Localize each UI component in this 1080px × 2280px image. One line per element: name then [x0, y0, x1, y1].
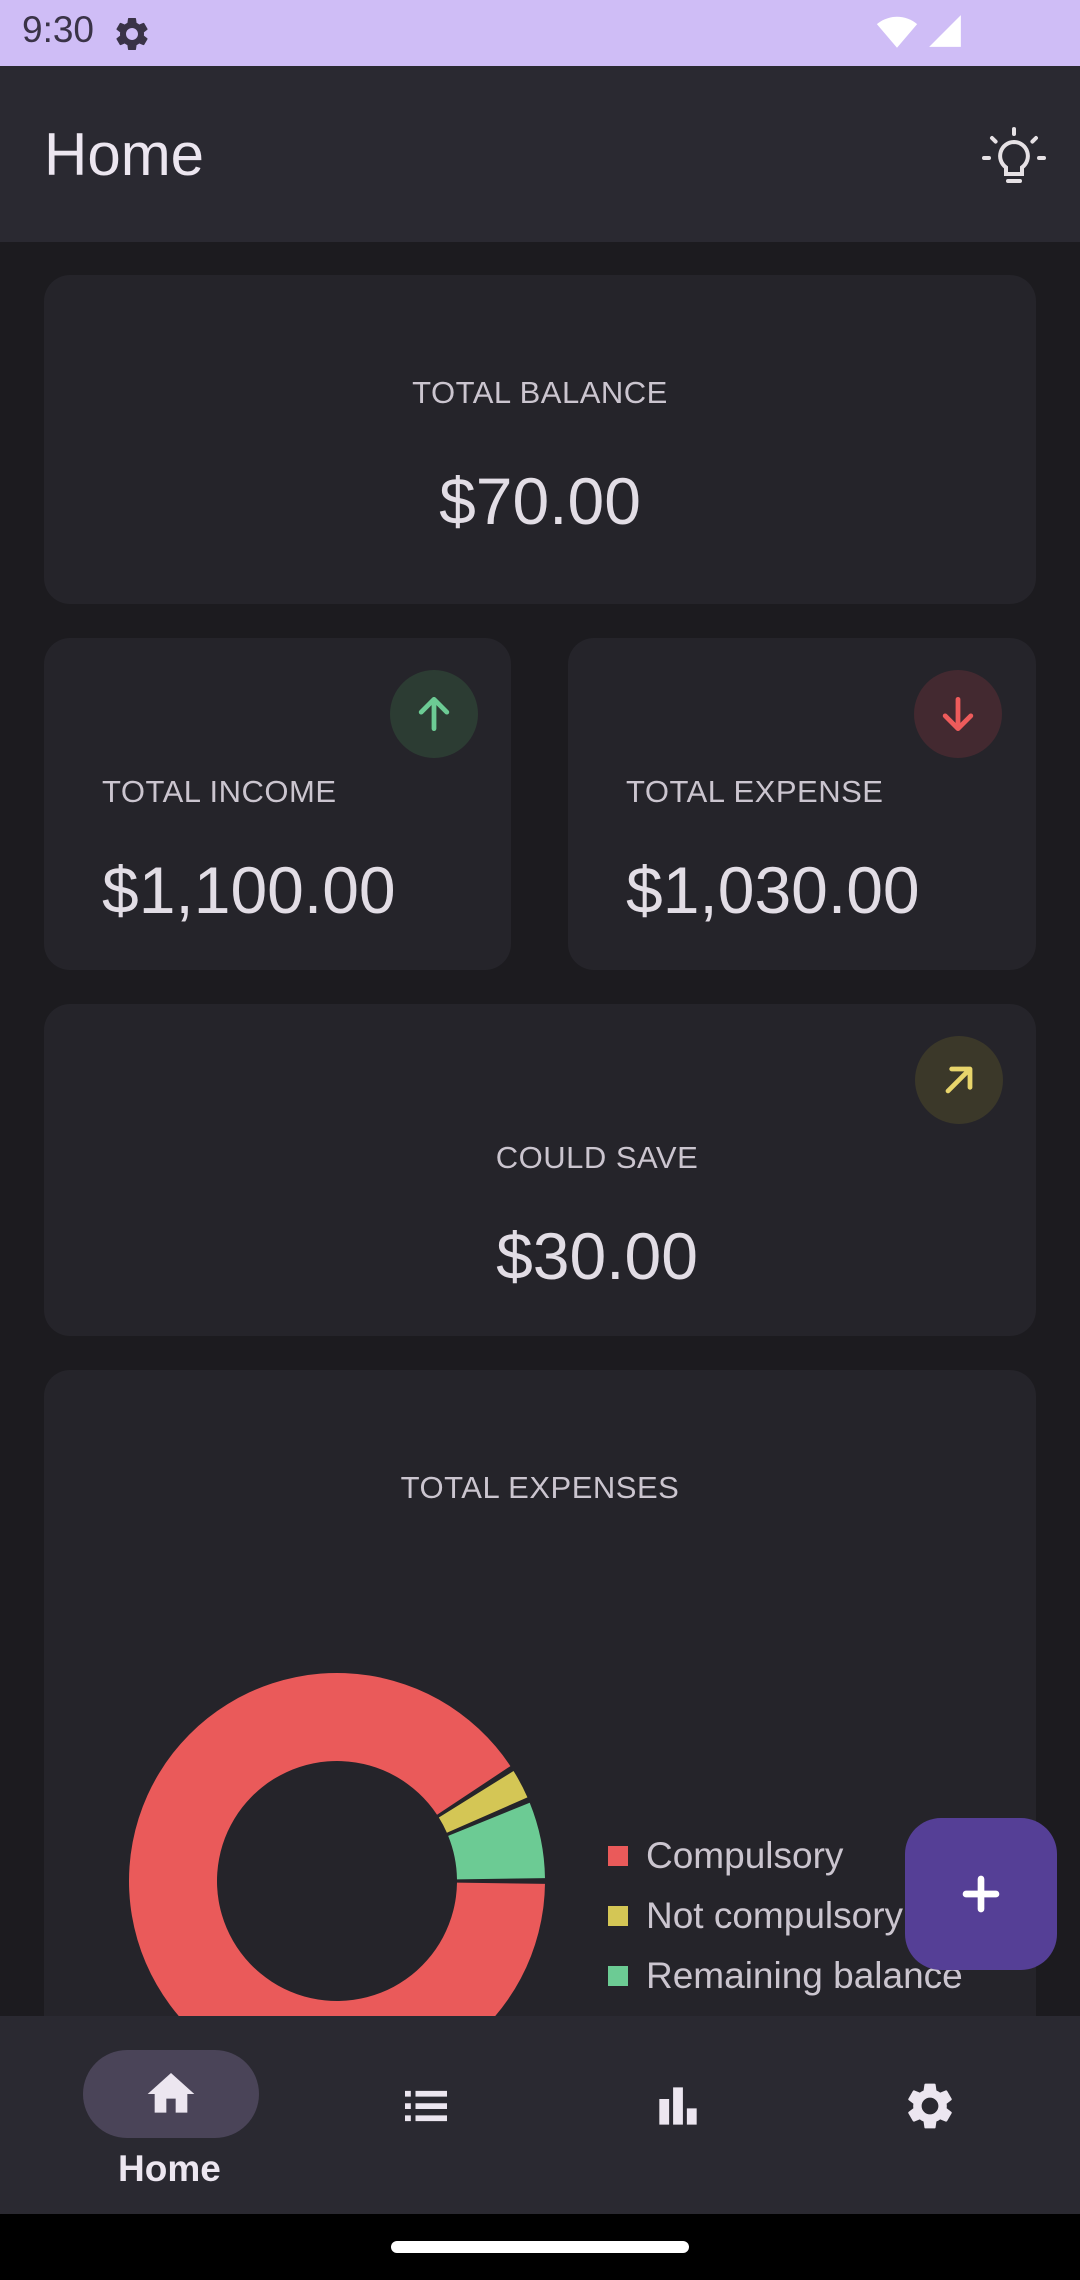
status-bar: 9:30 — [0, 0, 1080, 66]
bottom-navigation: Home — [0, 2016, 1080, 2214]
home-icon — [147, 2073, 195, 2113]
could-save-badge — [915, 1036, 1003, 1124]
status-time: 9:30 — [22, 9, 95, 50]
total-income-value: $1,100.00 — [102, 853, 396, 927]
gear-icon — [908, 2083, 952, 2129]
bar-chart-icon — [659, 2087, 697, 2125]
total-expense-card: TOTAL EXPENSE $1,030.00 — [568, 638, 1036, 970]
could-save-card: COULD SAVE $30.00 — [44, 1004, 1036, 1336]
arrow-up-icon — [418, 696, 450, 732]
income-badge — [390, 670, 478, 758]
nav-item-home[interactable]: Home — [0, 2016, 340, 2214]
legend-swatch — [608, 1846, 628, 1866]
gesture-handle[interactable] — [391, 2241, 689, 2253]
total-expense-value: $1,030.00 — [626, 853, 920, 927]
app-bar: Home — [0, 66, 1080, 242]
wifi-icon — [876, 16, 918, 48]
lightbulb-icon[interactable] — [978, 124, 1050, 196]
nav-item-statistics[interactable] — [594, 2016, 848, 2214]
total-income-card: TOTAL INCOME $1,100.00 — [44, 638, 511, 970]
page-title: Home — [44, 121, 205, 188]
system-gesture-area — [0, 2214, 1080, 2280]
list-icon — [405, 2090, 447, 2122]
could-save-label: COULD SAVE — [495, 1140, 699, 1175]
legend-label: Remaining balance — [646, 1955, 963, 1996]
expense-badge — [914, 670, 1002, 758]
arrow-down-icon — [942, 696, 974, 732]
legend-label: Compulsory — [646, 1835, 844, 1876]
legend-item: Remaining balance — [608, 1946, 963, 2006]
arrow-up-right-icon — [945, 1066, 973, 1094]
legend-swatch — [608, 1906, 628, 1926]
could-save-value: $30.00 — [496, 1219, 698, 1293]
total-expense-label: TOTAL EXPENSE — [626, 774, 884, 809]
total-income-label: TOTAL INCOME — [102, 774, 337, 809]
legend-label: Not compulsory — [646, 1895, 904, 1936]
total-balance-card: TOTAL BALANCE $70.00 — [44, 275, 1036, 604]
add-transaction-button[interactable] — [905, 1818, 1057, 1970]
nav-item-transactions[interactable] — [340, 2016, 594, 2214]
total-balance-value: $70.00 — [439, 464, 641, 538]
legend-swatch — [608, 1966, 628, 1986]
nav-label-home: Home — [118, 2148, 221, 2189]
settings-notification-icon — [116, 17, 148, 50]
cell-signal-icon — [929, 15, 961, 47]
total-balance-label: TOTAL BALANCE — [412, 375, 668, 410]
nav-item-settings[interactable] — [826, 2016, 1080, 2214]
total-expenses-title: TOTAL EXPENSES — [400, 1470, 680, 1505]
plus-icon — [962, 1875, 1000, 1913]
